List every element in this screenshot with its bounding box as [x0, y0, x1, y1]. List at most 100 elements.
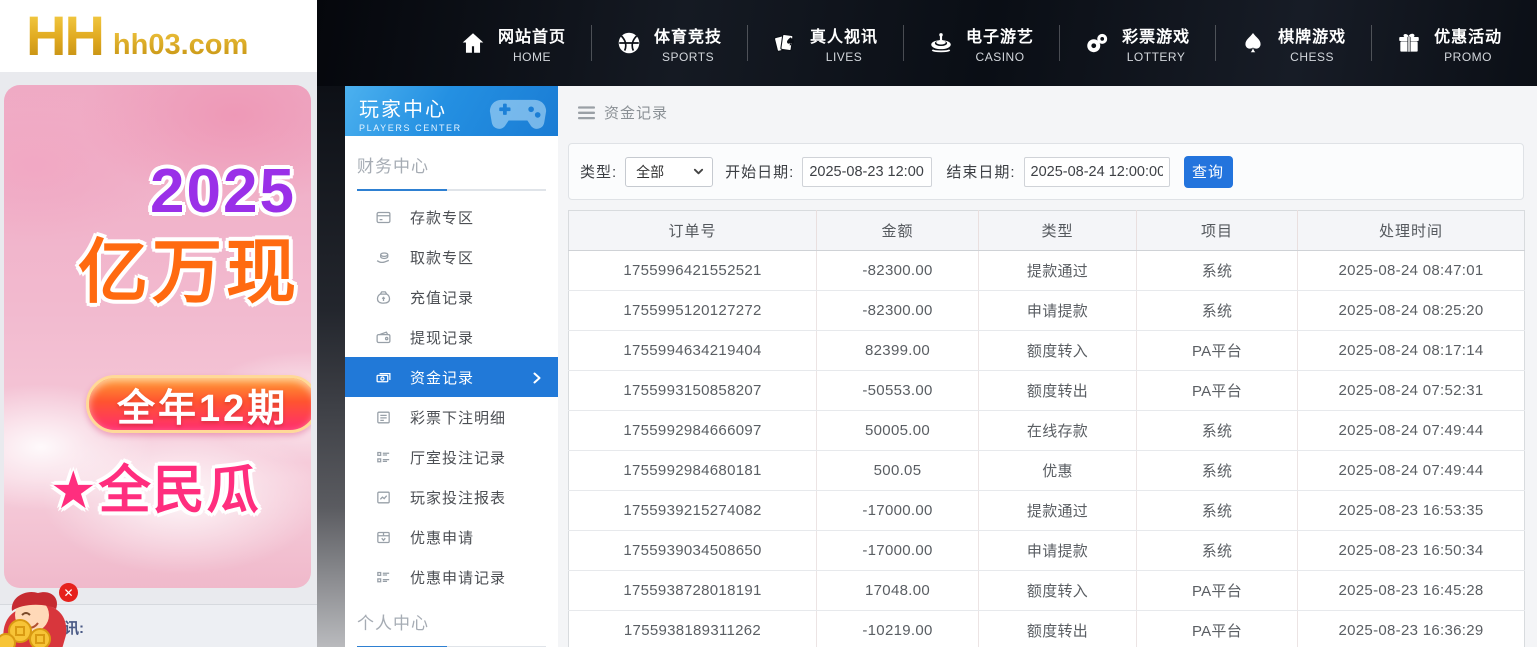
table-cell: 50005.00 [817, 411, 979, 451]
sidebar-item-funds-records[interactable]: 资金记录 [345, 357, 558, 397]
sidebar-menu: 存款专区取款专区充值记录提现记录资金记录彩票下注明细厅室投注记录玩家投注报表优惠… [345, 191, 558, 597]
sidebar-header[interactable]: 玩家中心 PLAYERS CENTER [345, 86, 558, 136]
cashout-icon [375, 329, 392, 346]
sidebar-item-promo-apply[interactable]: 优惠申请 [345, 517, 558, 557]
search-button[interactable]: 查询 [1184, 156, 1233, 188]
sidebar-item-player-bet-report[interactable]: 玩家投注报表 [345, 477, 558, 517]
type-select-value: 全部 [636, 162, 664, 182]
table-cell: PA平台 [1137, 571, 1298, 611]
nav-label-zh: 优惠活动 [1434, 23, 1502, 47]
table-cell: PA平台 [1137, 611, 1298, 647]
mascot-image [0, 585, 90, 647]
table-cell: 系统 [1137, 411, 1298, 451]
top-nav-items: 网站首页HOME 体育竞技SPORTS 真人视讯LIVES 电子游艺CASINO 彩票游… [435, 0, 1527, 86]
table-row: 175599463421940482399.00额度转入PA平台2025-08-… [569, 331, 1525, 371]
nav-label-en: CHESS [1278, 50, 1346, 64]
sidebar: 玩家中心 PLAYERS CENTER 财务中心 存款专区取款专区充值记录提现记… [345, 86, 558, 647]
end-date-input[interactable] [1024, 157, 1170, 187]
nav-item-lives[interactable]: 真人视讯LIVES [747, 0, 903, 86]
sidebar-item-hall-bet-records[interactable]: 厅室投注记录 [345, 437, 558, 477]
nav-item-promo[interactable]: 优惠活动PROMO [1371, 0, 1527, 86]
nav-label-en: LIVES [810, 50, 878, 64]
casino-icon [928, 30, 954, 56]
table-cell: PA平台 [1137, 331, 1298, 371]
end-date-label: 结束日期: [946, 161, 1015, 182]
sidebar-item-label: 存款专区 [410, 207, 474, 228]
table-body: 1755996421552521-82300.00提款通过系统2025-08-2… [569, 251, 1525, 647]
nav-label-en: CASINO [966, 50, 1034, 64]
promo-banner[interactable]: 2025 亿万现 全年12期 ★全民瓜 [4, 85, 311, 588]
nav-item-casino[interactable]: 电子游艺CASINO [903, 0, 1059, 86]
table-cell: 1755995120127272 [569, 291, 817, 331]
start-date-input[interactable] [802, 157, 932, 187]
hall-bets-icon [375, 449, 392, 466]
table-cell: 500.05 [817, 451, 979, 491]
sidebar-item-label: 优惠申请 [410, 527, 474, 548]
table-cell: 系统 [1137, 291, 1298, 331]
nav-label-zh: 棋牌游戏 [1278, 23, 1346, 47]
menu-icon[interactable] [578, 106, 595, 120]
sidebar-item-withdraw-zone[interactable]: 取款专区 [345, 237, 558, 277]
table-cell: -10219.00 [817, 611, 979, 647]
nav-item-chess[interactable]: 棋牌游戏 CHESS [1215, 0, 1371, 86]
nav-item-home[interactable]: 网站首页HOME [435, 0, 591, 86]
sidebar-item-label: 资金记录 [410, 367, 474, 388]
table-row: 175593872801819117048.00额度转入PA平台2025-08-… [569, 571, 1525, 611]
table-cell: 申请提款 [979, 291, 1137, 331]
top-nav: 网站首页HOME 体育竞技SPORTS 真人视讯LIVES 电子游艺CASINO 彩票游… [317, 0, 1537, 86]
filter-bar: 类型: 全部 开始日期: 结束日期: 查询 [568, 143, 1524, 200]
table-cell: -17000.00 [817, 531, 979, 571]
logo-domain-text: hh03.com [113, 29, 248, 62]
table-row: 175599298466609750005.00在线存款系统2025-08-24… [569, 411, 1525, 451]
table-cell: -82300.00 [817, 251, 979, 291]
table-cell: 申请提款 [979, 531, 1137, 571]
table-cell: 1755938728018191 [569, 571, 817, 611]
nav-item-text: 网站首页HOME [498, 23, 566, 64]
nav-item-sports[interactable]: 体育竞技SPORTS [591, 0, 747, 86]
lottery-bets-icon [375, 409, 392, 426]
table-row: 1755995120127272-82300.00申请提款系统2025-08-2… [569, 291, 1525, 331]
breadcrumb-title: 资金记录 [604, 102, 668, 123]
nav-item-lottery[interactable]: 彩票游戏 LOTTERY [1059, 0, 1215, 86]
chevron-right-icon [531, 371, 543, 383]
table-cell: 2025-08-24 07:49:44 [1298, 411, 1525, 451]
withdraw-icon [375, 249, 392, 266]
table-cell: 2025-08-23 16:53:35 [1298, 491, 1525, 531]
column-header: 处理时间 [1298, 211, 1525, 251]
nav-label-zh: 彩票游戏 [1122, 23, 1190, 47]
promo-apply-icon [375, 529, 392, 546]
sidebar-item-withdrawal-records[interactable]: 提现记录 [345, 317, 558, 357]
section-personal-label: 个人中心 [357, 609, 558, 634]
recharge-icon [375, 289, 392, 306]
promo-icon [1396, 30, 1422, 56]
type-select[interactable]: 全部 [625, 157, 713, 187]
section-divider [357, 189, 546, 191]
sidebar-item-lottery-bet-details[interactable]: 彩票下注明细 [345, 397, 558, 437]
sidebar-item-label: 厅室投注记录 [410, 447, 506, 468]
table-cell: 1755996421552521 [569, 251, 817, 291]
sidebar-item-deposit-zone[interactable]: 存款专区 [345, 197, 558, 237]
nav-item-text: 真人视讯LIVES [810, 23, 878, 64]
table-row: 1755938189311262-10219.00额度转出PA平台2025-08… [569, 611, 1525, 647]
lives-icon [772, 30, 798, 56]
sidebar-item-promo-apply-records[interactable]: 优惠申请记录 [345, 557, 558, 597]
nav-item-text: 电子游艺CASINO [966, 23, 1034, 64]
page: HH hh03.com 网站首页HOME 体育竞技SPORTS 真人视讯LIVES 电… [0, 0, 1537, 647]
sidebar-item-label: 提现记录 [410, 327, 474, 348]
table-cell: 系统 [1137, 491, 1298, 531]
logo[interactable]: HH hh03.com [0, 0, 317, 72]
background-strip [317, 86, 345, 647]
sidebar-item-recharge-records[interactable]: 充值记录 [345, 277, 558, 317]
table-cell: 2025-08-23 16:36:29 [1298, 611, 1525, 647]
nav-label-en: LOTTERY [1122, 50, 1190, 64]
sidebar-item-label: 彩票下注明细 [410, 407, 506, 428]
banner-year-text: 2025 [150, 161, 296, 223]
table-cell: 1755939034508650 [569, 531, 817, 571]
sidebar-item-label: 充值记录 [410, 287, 474, 308]
nav-item-text: 优惠活动PROMO [1434, 23, 1502, 64]
column-header: 金额 [817, 211, 979, 251]
nav-label-en: HOME [498, 50, 566, 64]
logo-hh-text: HH [26, 8, 103, 64]
table-cell: 系统 [1137, 251, 1298, 291]
section-finance: 财务中心 [345, 136, 558, 177]
